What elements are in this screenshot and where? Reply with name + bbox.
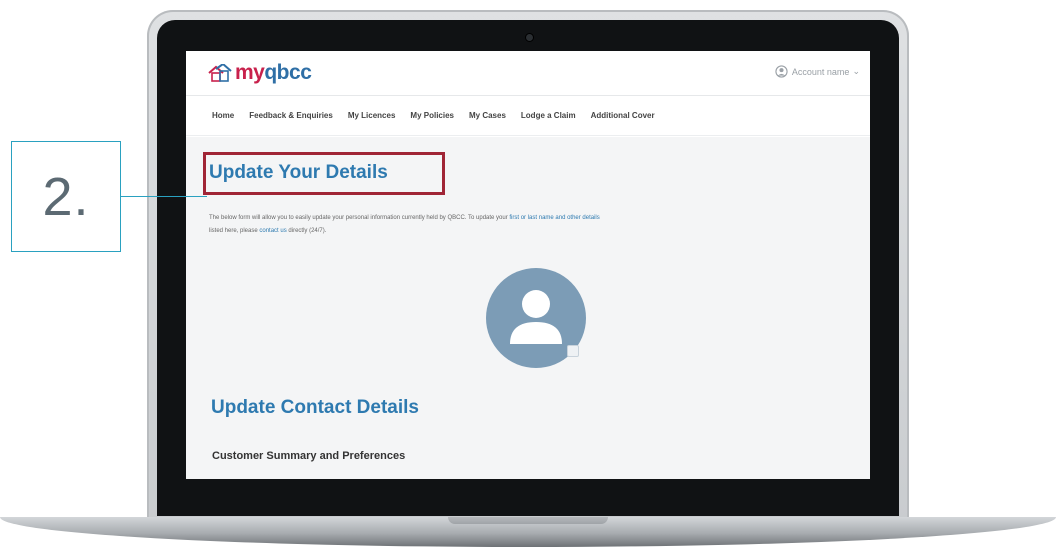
nav-item-lodge-claim[interactable]: Lodge a Claim (521, 111, 576, 120)
intro-text-part1: The below form will allow you to easily … (209, 215, 508, 221)
user-circle-icon (775, 65, 788, 78)
logo-text: myqbcc (235, 61, 312, 85)
logo-text-my: my (235, 61, 265, 84)
intro-text-part3: directly (24/7). (288, 228, 327, 234)
user-name: Account name (791, 66, 850, 77)
camera-icon (526, 34, 533, 41)
site-logo[interactable]: myqbcc (208, 61, 312, 85)
nav-item-home[interactable]: Home (212, 111, 234, 120)
callout-connector (121, 196, 207, 197)
main-nav: Home Feedback & Enquiries My Licences My… (186, 96, 870, 136)
nav-item-licences[interactable]: My Licences (348, 111, 396, 120)
callout-box: 2. (11, 141, 121, 252)
site-header: myqbcc Account name ⌄ (186, 51, 870, 96)
laptop-notch (448, 517, 608, 524)
user-menu[interactable]: Account name ⌄ (775, 65, 860, 78)
logo-text-qbcc: qbcc (264, 61, 312, 84)
nav-item-cases[interactable]: My Cases (469, 111, 506, 120)
intro-text-part2: listed here, please (209, 228, 258, 234)
nav-item-additional-cover[interactable]: Additional Cover (591, 111, 655, 120)
person-icon (510, 290, 562, 344)
contact-us-link[interactable]: contact us (259, 228, 286, 234)
edit-icon[interactable] (567, 345, 579, 357)
nav-item-feedback[interactable]: Feedback & Enquiries (249, 111, 333, 120)
title-highlight-box (203, 152, 445, 195)
browser-screen: myqbcc Account name ⌄ Home Feedback & En… (186, 51, 870, 479)
intro-text: The below form will allow you to easily … (209, 212, 849, 238)
chevron-down-icon: ⌄ (852, 66, 860, 76)
house-icon (208, 64, 232, 82)
callout-number: 2. (42, 166, 90, 227)
subsection-title: Customer Summary and Preferences (212, 450, 406, 462)
intro-link-name[interactable]: first or last name and other details (509, 215, 599, 221)
nav-item-policies[interactable]: My Policies (410, 111, 454, 120)
section-title-contact: Update Contact Details (211, 397, 419, 418)
